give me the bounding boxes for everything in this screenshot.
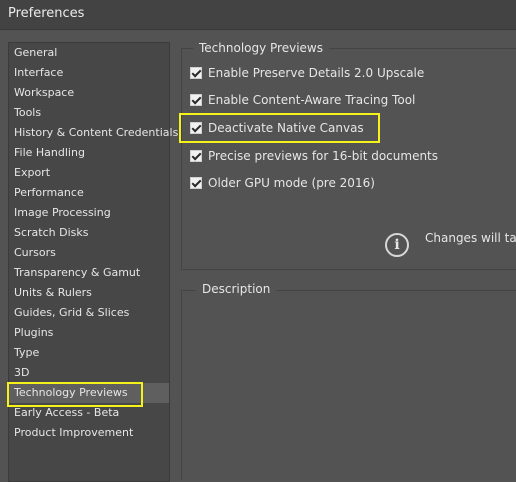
sidebar-item-transparency-gamut[interactable]: Transparency & Gamut xyxy=(9,263,169,283)
sidebar-item-file-handling[interactable]: File Handling xyxy=(9,143,169,163)
sidebar-item-export[interactable]: Export xyxy=(9,163,169,183)
sidebar-item-performance[interactable]: Performance xyxy=(9,183,169,203)
sidebar-item-type[interactable]: Type xyxy=(9,343,169,363)
sidebar-item-history-content-credentials[interactable]: History & Content Credentials xyxy=(9,123,178,143)
check-icon[interactable] xyxy=(190,150,202,162)
sidebar-item-interface[interactable]: Interface xyxy=(9,63,169,83)
sidebar-item-plugins[interactable]: Plugins xyxy=(9,323,169,343)
option-precise-previews-16bit[interactable]: Precise previews for 16-bit documents xyxy=(190,147,438,165)
title-bar: Preferences xyxy=(0,0,516,30)
technology-previews-heading: Technology Previews xyxy=(193,41,329,55)
info-circle-icon: i xyxy=(385,233,409,257)
option-label: Older GPU mode (pre 2016) xyxy=(208,176,375,190)
option-content-aware-tracing[interactable]: Enable Content-Aware Tracing Tool xyxy=(190,91,415,109)
description-group xyxy=(181,290,516,480)
sidebar-item-early-access-beta[interactable]: Early Access - Beta xyxy=(9,403,169,423)
option-preserve-details-upscale[interactable]: Enable Preserve Details 2.0 Upscale xyxy=(190,64,424,82)
sidebar-item-general[interactable]: General xyxy=(9,43,169,63)
sidebar-item-product-improvement[interactable]: Product Improvement xyxy=(9,423,169,443)
sidebar-item-image-processing[interactable]: Image Processing xyxy=(9,203,169,223)
check-icon[interactable] xyxy=(190,94,202,106)
option-label: Deactivate Native Canvas xyxy=(208,121,364,135)
check-icon[interactable] xyxy=(190,177,202,189)
option-label: Enable Preserve Details 2.0 Upscale xyxy=(208,66,425,80)
description-heading: Description xyxy=(196,282,277,296)
sidebar-item-units-rulers[interactable]: Units & Rulers xyxy=(9,283,169,303)
sidebar-item-technology-previews[interactable]: Technology Previews xyxy=(9,383,169,403)
check-icon[interactable] xyxy=(190,67,202,79)
window-title: Preferences xyxy=(8,6,85,21)
info-message: Changes will tak xyxy=(425,231,516,245)
sidebar-item-cursors[interactable]: Cursors xyxy=(9,243,169,263)
sidebar-item-scratch-disks[interactable]: Scratch Disks xyxy=(9,223,169,243)
sidebar-item-guides-grid-slices[interactable]: Guides, Grid & Slices xyxy=(9,303,169,323)
option-label: Precise previews for 16-bit documents xyxy=(208,149,439,163)
check-icon[interactable] xyxy=(190,122,202,134)
option-deactivate-native-canvas[interactable]: Deactivate Native Canvas xyxy=(190,119,364,137)
option-older-gpu-mode[interactable]: Older GPU mode (pre 2016) xyxy=(190,174,375,192)
sidebar-item-workspace[interactable]: Workspace xyxy=(9,83,169,103)
sidebar-item-tools[interactable]: Tools xyxy=(9,103,169,123)
sidebar-item-3d[interactable]: 3D xyxy=(9,363,169,383)
option-label: Enable Content-Aware Tracing Tool xyxy=(208,93,416,107)
